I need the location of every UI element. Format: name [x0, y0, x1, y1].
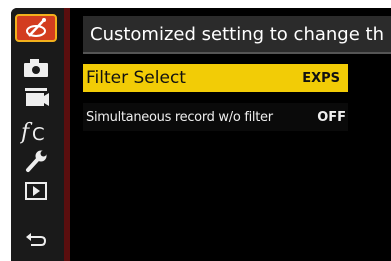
menu-item-value: OFF — [317, 109, 346, 125]
playback-icon[interactable] — [15, 177, 57, 205]
page-title: Customized setting to change th — [83, 16, 391, 54]
wrench-icon[interactable] — [15, 147, 57, 175]
camera-menu-screen: f C Customized setting to change th Filt… — [11, 8, 391, 261]
menu-item-filter-select[interactable]: Filter Select EXPS — [83, 64, 348, 92]
menu-sidebar: f C — [11, 8, 64, 261]
menu-item-label: Filter Select — [86, 68, 186, 88]
custom-fc-icon[interactable]: f C — [15, 117, 57, 145]
sidebar-divider — [64, 8, 70, 261]
menu-item-simultaneous-record[interactable]: Simultaneous record w/o filter OFF — [83, 103, 348, 131]
video-camera-icon[interactable] — [15, 84, 57, 112]
camera-icon[interactable] — [15, 54, 57, 82]
return-icon[interactable] — [15, 227, 57, 255]
svg-text:C: C — [32, 124, 45, 144]
menu-item-label: Simultaneous record w/o filter — [86, 109, 273, 125]
creative-filter-icon[interactable] — [15, 14, 57, 42]
menu-item-value: EXPS — [302, 70, 340, 86]
